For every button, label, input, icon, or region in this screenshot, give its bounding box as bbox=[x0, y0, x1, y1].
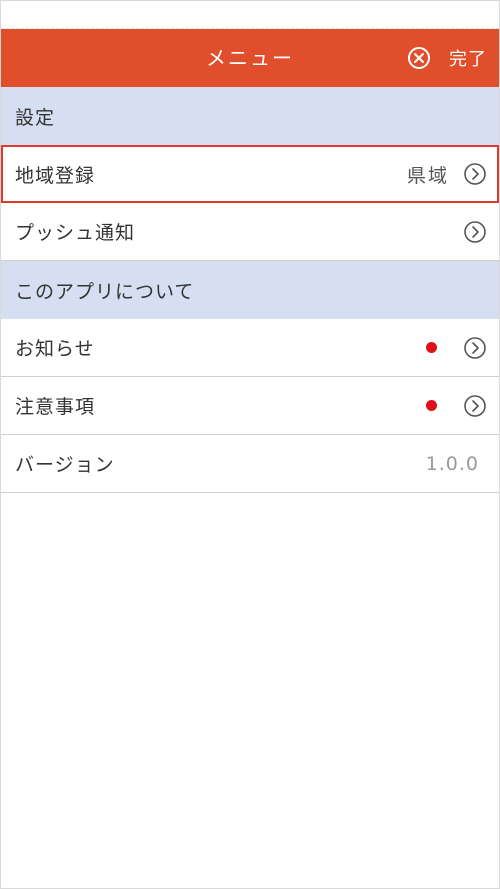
row-label: 注意事項 bbox=[15, 396, 96, 418]
done-button[interactable]: 完了 bbox=[407, 29, 487, 87]
row-label: 地域登録 bbox=[15, 164, 96, 187]
unread-dot-icon bbox=[426, 400, 437, 411]
done-label: 完了 bbox=[449, 49, 487, 70]
row-label: お知らせ bbox=[15, 338, 95, 360]
notes-row[interactable]: 注意事項 bbox=[1, 377, 499, 435]
region-registration-row[interactable]: 地域登録 県域 bbox=[1, 145, 499, 203]
status-area bbox=[1, 1, 499, 29]
version-value: 1.0.0 bbox=[425, 452, 479, 475]
version-row: バージョン 1.0.0 bbox=[1, 435, 499, 493]
region-value: 県域 bbox=[406, 164, 449, 187]
push-notification-row[interactable]: プッシュ通知 bbox=[1, 203, 499, 261]
chevron-right-circle-icon bbox=[464, 336, 486, 359]
chevron-right-circle-icon bbox=[464, 163, 486, 185]
section-header-about: このアプリについて bbox=[1, 261, 499, 319]
unread-dot-icon bbox=[426, 342, 437, 353]
news-row[interactable]: お知らせ bbox=[1, 319, 499, 377]
section-label: このアプリについて bbox=[15, 280, 195, 303]
chevron-right-circle-icon bbox=[464, 220, 486, 243]
row-label: バージョン bbox=[15, 454, 115, 476]
section-header-settings: 設定 bbox=[1, 87, 499, 145]
app-frame: メニュー 完了 設定 地域登録 県域 プッシュ通知 このアプリについて お知らせ bbox=[0, 0, 500, 889]
row-label: プッシュ通知 bbox=[15, 222, 136, 244]
close-circle-icon bbox=[408, 47, 430, 69]
section-label: 設定 bbox=[15, 106, 56, 129]
chevron-right-circle-icon bbox=[464, 394, 486, 417]
menu-header: メニュー 完了 bbox=[1, 29, 499, 87]
